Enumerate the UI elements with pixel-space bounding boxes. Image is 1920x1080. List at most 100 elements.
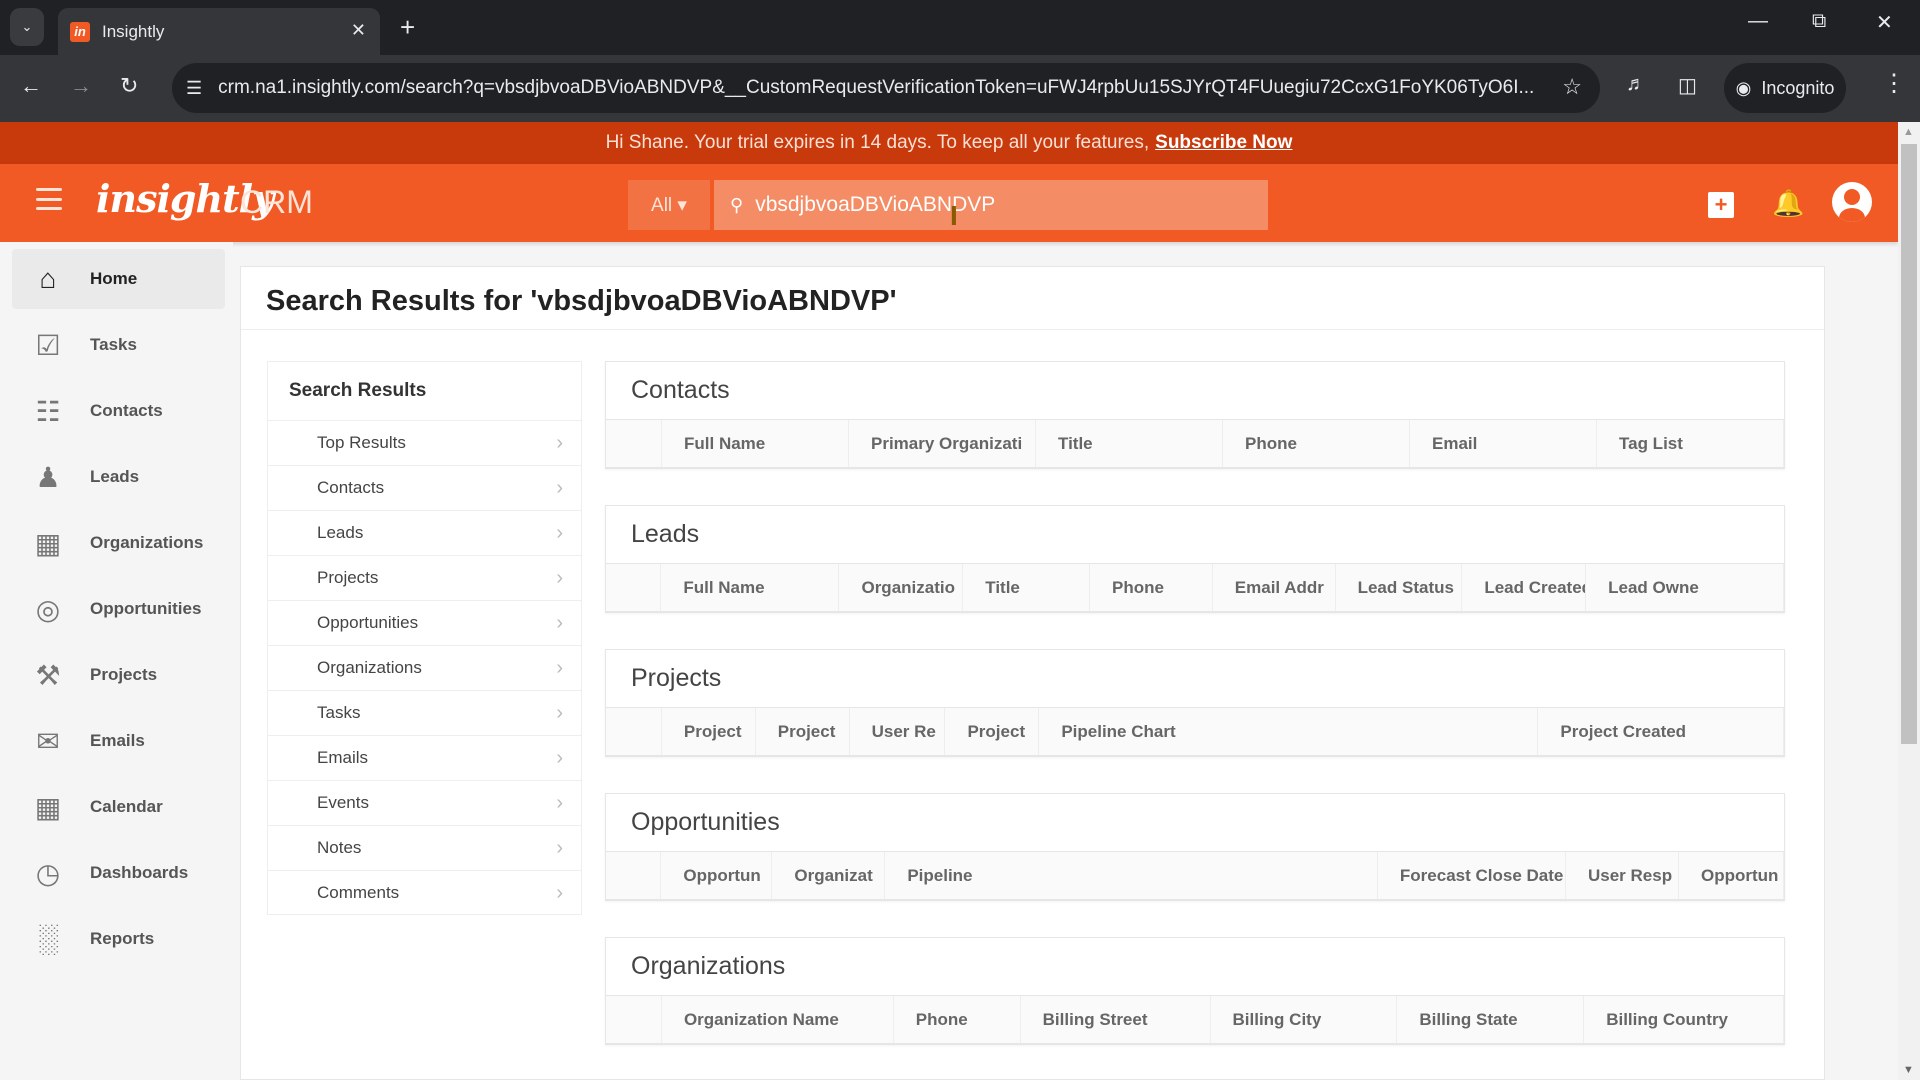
minimize-icon[interactable]: —	[1748, 10, 1768, 33]
trial-message: Hi Shane. Your trial expires in 14 days.…	[605, 132, 1150, 153]
column-header[interactable]: User Re	[850, 708, 946, 755]
column-header[interactable]: Forecast Close Date	[1378, 852, 1566, 899]
column-header[interactable]: User Resp	[1566, 852, 1679, 899]
sidebar-item-calendar[interactable]: ▦ Calendar	[12, 777, 225, 837]
filter-item-projects[interactable]: Projects ›	[268, 555, 581, 600]
hamburger-menu-icon[interactable]	[36, 188, 62, 210]
chevron-right-icon: ›	[556, 836, 563, 859]
global-search[interactable]: ⚲	[714, 180, 1268, 230]
column-header[interactable]: Primary Organizati	[849, 420, 1036, 467]
column-header[interactable]: Lead Created	[1462, 564, 1587, 611]
quick-add-icon[interactable]: +	[1708, 192, 1734, 218]
column-header[interactable]: Pipeline	[885, 852, 1378, 899]
search-scope-dropdown[interactable]: All ▾	[628, 180, 710, 230]
column-header[interactable]: Title	[1036, 420, 1223, 467]
column-header[interactable]: Email Addr	[1213, 564, 1336, 611]
column-header[interactable]: Phone	[894, 996, 1021, 1043]
filter-item-organizations[interactable]: Organizations ›	[268, 645, 581, 690]
scrollbar-thumb[interactable]	[1901, 144, 1917, 744]
column-header[interactable]: Title	[963, 564, 1090, 611]
filter-item-top-results[interactable]: Top Results ›	[268, 420, 581, 465]
column-header[interactable]: Lead Status	[1336, 564, 1463, 611]
sidebar-item-home[interactable]: ⌂ Home	[12, 249, 225, 309]
opportunities-icon: ◎	[35, 593, 61, 625]
side-panel-icon[interactable]: ◫	[1678, 73, 1697, 98]
column-header[interactable]: Tag List	[1597, 420, 1784, 467]
url-text[interactable]: crm.na1.insightly.com/search?q=vbsdjbvoa…	[218, 77, 1578, 99]
notifications-bell-icon[interactable]: 🔔	[1772, 188, 1804, 219]
media-control-icon[interactable]: ♬	[1626, 73, 1646, 96]
search-input[interactable]	[755, 193, 1236, 217]
window-close-icon[interactable]: ✕	[1876, 10, 1893, 35]
address-bar[interactable]: ☰ crm.na1.insightly.com/search?q=vbsdjbv…	[172, 63, 1600, 113]
column-header[interactable]: Email	[1410, 420, 1597, 467]
restore-icon[interactable]: ⧉	[1812, 10, 1826, 33]
reload-icon[interactable]: ↻	[120, 73, 138, 99]
sidebar-item-projects[interactable]: ⚒ Projects	[12, 645, 225, 705]
column-header[interactable]: Billing Country	[1584, 996, 1785, 1043]
select-column	[606, 852, 662, 899]
insightly-favicon-icon: in	[70, 21, 90, 42]
column-header[interactable]: Billing Street	[1021, 996, 1211, 1043]
chevron-right-icon: ›	[556, 521, 563, 544]
product-name: CRM	[240, 184, 313, 220]
filter-item-contacts[interactable]: Contacts ›	[268, 465, 581, 510]
column-header[interactable]: Phone	[1223, 420, 1410, 467]
column-header[interactable]: Billing State	[1397, 996, 1585, 1043]
filter-item-events[interactable]: Events ›	[268, 780, 581, 825]
incognito-label: Incognito	[1761, 77, 1835, 98]
column-header[interactable]: Organizatio	[839, 564, 964, 611]
column-header[interactable]: Phone	[1090, 564, 1213, 611]
filter-item-notes[interactable]: Notes ›	[268, 825, 581, 870]
browser-tab[interactable]: in Insightly ✕	[58, 8, 380, 55]
sidebar-item-tasks[interactable]: ☑ Tasks	[12, 315, 225, 375]
sidebar-item-label: Contacts	[90, 401, 163, 420]
back-icon[interactable]: ←	[20, 73, 42, 99]
incognito-indicator[interactable]: ◉ Incognito	[1724, 63, 1846, 113]
column-header[interactable]: Billing City	[1211, 996, 1398, 1043]
column-header[interactable]: Project	[756, 708, 850, 755]
scroll-down-icon[interactable]: ▼	[1903, 1064, 1914, 1076]
subscribe-now-link[interactable]: Subscribe Now	[1155, 132, 1292, 154]
filter-item-label: Contacts	[317, 478, 385, 497]
leads-icon: ♟	[35, 461, 61, 493]
sidebar-item-leads[interactable]: ♟ Leads	[12, 447, 225, 507]
browser-menu-icon[interactable]: ⋮	[1882, 69, 1906, 98]
column-header[interactable]: Lead Owne	[1586, 564, 1785, 611]
forward-icon[interactable]: →	[70, 73, 92, 99]
close-tab-icon[interactable]: ✕	[351, 20, 366, 41]
column-header[interactable]: Opportun	[661, 852, 773, 899]
user-avatar-icon[interactable]	[1832, 182, 1872, 222]
column-header[interactable]: Organization Name	[662, 996, 894, 1043]
column-header[interactable]: Full Name	[662, 420, 849, 467]
column-header[interactable]: Full Name	[661, 564, 840, 611]
filter-item-leads[interactable]: Leads ›	[268, 510, 581, 555]
sidebar-item-organizations[interactable]: ▦ Organizations	[12, 513, 225, 573]
column-header[interactable]: Project	[662, 708, 756, 755]
sidebar-item-contacts[interactable]: ☷ Contacts	[12, 381, 225, 441]
select-column	[606, 420, 662, 467]
sidebar-item-reports[interactable]: ░ Reports	[12, 909, 225, 969]
bookmark-star-icon[interactable]: ☆	[1562, 74, 1582, 100]
column-header[interactable]: Organizat	[772, 852, 886, 899]
divider	[241, 329, 1824, 330]
table-header-row: Organization Name Phone Billing Street Bill…	[606, 995, 1785, 1045]
column-header[interactable]: Project Created	[1538, 708, 1784, 755]
new-tab-icon[interactable]: +	[400, 12, 415, 43]
filter-item-opportunities[interactable]: Opportunities ›	[268, 600, 581, 645]
filter-item-tasks[interactable]: Tasks ›	[268, 690, 581, 735]
results-section-opportunities: Opportunities Opportun Organizat Pipeline Fo…	[605, 793, 1785, 901]
column-header[interactable]: Opportun	[1679, 852, 1785, 899]
filter-item-emails[interactable]: Emails ›	[268, 735, 581, 780]
sidebar-item-dashboards[interactable]: ◷ Dashboards	[12, 843, 225, 903]
page-scrollbar[interactable]: ▲ ▼	[1898, 122, 1920, 1080]
filter-item-label: Emails	[317, 748, 369, 767]
sidebar-item-emails[interactable]: ✉ Emails	[12, 711, 225, 771]
column-header[interactable]: Project	[945, 708, 1040, 755]
sidebar-item-opportunities[interactable]: ◎ Opportunities	[12, 579, 225, 639]
tab-search-button[interactable]: ⌄	[10, 8, 44, 46]
column-header[interactable]: Pipeline Chart	[1039, 708, 1539, 755]
site-settings-icon[interactable]: ☰	[186, 78, 202, 99]
scroll-up-icon[interactable]: ▲	[1903, 126, 1914, 138]
filter-item-comments[interactable]: Comments ›	[268, 870, 581, 915]
